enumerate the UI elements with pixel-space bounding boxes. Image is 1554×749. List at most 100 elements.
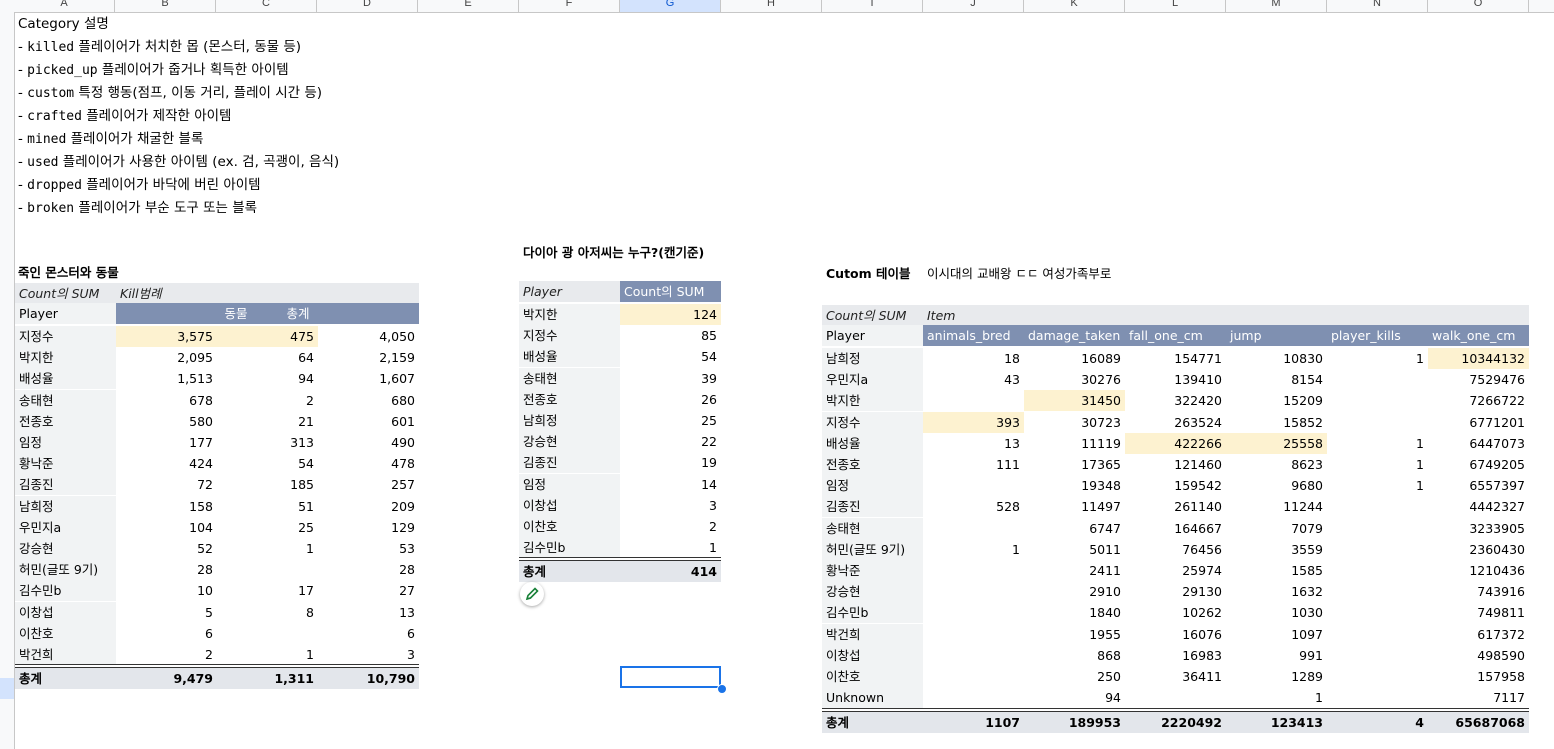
column-header-h[interactable]: H bbox=[721, 0, 822, 12]
table-cell: 6747 bbox=[1089, 520, 1121, 536]
table-row-player: 김종진 bbox=[519, 452, 620, 474]
table-cell: 868 bbox=[1097, 647, 1121, 663]
table-cell: 11497 bbox=[1081, 499, 1121, 515]
column-header-i[interactable]: I bbox=[822, 0, 923, 12]
table-cell: 10830 bbox=[1283, 351, 1323, 366]
table-cell: 158 bbox=[189, 498, 213, 514]
column-header-player_kills: player_kills bbox=[1327, 325, 1428, 346]
table-cell: 19 bbox=[701, 455, 717, 471]
column-header-k[interactable]: K bbox=[1024, 0, 1125, 12]
note-line: - used 플레이어가 사용한 아이템 (ex. 검, 곡괭이, 음식) bbox=[18, 152, 339, 175]
note-description: 플레이어가 바닥에 버린 아이템 bbox=[81, 177, 261, 193]
total-label: 총계 bbox=[15, 668, 116, 689]
table-cell: 25558 bbox=[1226, 432, 1327, 454]
table-cell: 164667 bbox=[1174, 520, 1222, 536]
column-header-m[interactable]: M bbox=[1226, 0, 1327, 12]
table-row-player: 박지한 bbox=[15, 347, 116, 369]
table-cell: 51 bbox=[298, 498, 314, 514]
table-cell: 1585 bbox=[1291, 563, 1323, 578]
table-row-player: 이창섭 bbox=[15, 601, 116, 623]
custom-table-subtitle: 이시대의 교배왕 ㄷㄷ 여성가족부로 bbox=[927, 266, 1112, 281]
table-row-player: 이창섭 bbox=[822, 644, 923, 666]
pencil-icon bbox=[525, 587, 539, 601]
total-cell: 414 bbox=[620, 561, 721, 582]
table-cell: 257 bbox=[391, 477, 415, 493]
table-cell: 39 bbox=[701, 370, 717, 386]
total-cell: 4 bbox=[1327, 712, 1428, 733]
column-header-b[interactable]: B bbox=[115, 0, 216, 12]
column-header-c[interactable]: C bbox=[216, 0, 317, 12]
note-prefix: - bbox=[18, 62, 28, 78]
table-cell bbox=[1327, 390, 1428, 411]
table-cell: 393 bbox=[923, 411, 1024, 433]
note-line: - custom 특정 행동(점프, 이동 거리, 플레이 시간 등) bbox=[18, 83, 339, 106]
table-cell: 1 bbox=[1416, 435, 1424, 451]
table-row-player: 지정수 bbox=[519, 325, 620, 347]
table-cell bbox=[217, 623, 318, 644]
column-header-n[interactable]: N bbox=[1327, 0, 1428, 12]
column-header-d[interactable]: D bbox=[317, 0, 418, 12]
column-header-j[interactable]: J bbox=[923, 0, 1024, 12]
note-category-code: killed bbox=[27, 40, 75, 55]
table-cell bbox=[1125, 687, 1226, 708]
table-row-player: 우민지a bbox=[822, 369, 923, 391]
table-cell: 13 bbox=[399, 604, 415, 620]
table-row-player: 허민(글또 9기) bbox=[822, 538, 923, 560]
column-header-damage_taken: damage_taken bbox=[1024, 325, 1125, 346]
table-row-player: 박지한 bbox=[519, 304, 620, 325]
total-label: 총계 bbox=[519, 561, 620, 582]
note-prefix: - bbox=[18, 154, 28, 170]
note-description: 플레이어가 채굴한 블록 bbox=[66, 131, 204, 147]
total-cell: 123413 bbox=[1226, 712, 1327, 733]
note-prefix: - bbox=[18, 39, 28, 55]
table-row-player: 김수민b bbox=[519, 537, 620, 559]
table-cell bbox=[1327, 560, 1428, 581]
table-cell bbox=[1327, 539, 1428, 560]
table-cell: 25974 bbox=[1182, 563, 1222, 578]
table-row-player: 배성율 bbox=[822, 432, 923, 454]
note-description: 특정 행동(점프, 이동 거리, 플레이 시간 등) bbox=[74, 85, 323, 101]
active-cell-selection[interactable] bbox=[620, 666, 721, 688]
row-header-bar bbox=[0, 12, 15, 749]
table-cell: 601 bbox=[391, 413, 415, 429]
table-cell: 139410 bbox=[1174, 372, 1222, 388]
note-description: 플레이어가 처치한 몹 (몬스터, 동물 등) bbox=[74, 39, 302, 55]
table-row-player: 이창섭 bbox=[519, 494, 620, 516]
column-header-f[interactable]: F bbox=[519, 0, 620, 12]
table-cell bbox=[923, 475, 1024, 496]
table-cell bbox=[1327, 624, 1428, 645]
column-header-l[interactable]: L bbox=[1125, 0, 1226, 12]
table-row-player: 박지한 bbox=[822, 390, 923, 412]
fill-handle[interactable] bbox=[717, 684, 727, 694]
table-cell: 19348 bbox=[1081, 478, 1121, 494]
table-cell: 104 bbox=[189, 519, 213, 535]
table-cell: 14 bbox=[701, 476, 717, 492]
table-cell: 1,607 bbox=[379, 371, 415, 387]
table-cell: 1289 bbox=[1291, 669, 1323, 684]
pivot-meta-value: Item bbox=[923, 305, 1529, 326]
total-cell: 1107 bbox=[923, 712, 1024, 733]
table-row-player: 허민(글또 9기) bbox=[15, 559, 116, 581]
table-row-player: 황낙준 bbox=[822, 560, 923, 581]
pivot-edit-button[interactable] bbox=[520, 582, 544, 606]
table-cell: 6447073 bbox=[1469, 435, 1525, 451]
column-header-o[interactable]: O bbox=[1428, 0, 1529, 12]
table-cell bbox=[1327, 412, 1428, 433]
table-row-player: 강승현 bbox=[519, 431, 620, 453]
note-line: - mined 플레이어가 채굴한 블록 bbox=[18, 129, 339, 152]
table-row-player: 지정수 bbox=[15, 326, 116, 347]
table-cell: 177 bbox=[189, 435, 213, 450]
table-row-player: 지정수 bbox=[822, 411, 923, 433]
column-header-e[interactable]: E bbox=[418, 0, 519, 12]
table-row-player: 박건희 bbox=[15, 644, 116, 665]
table-cell: 5 bbox=[205, 604, 213, 620]
column-header-a[interactable]: A bbox=[14, 0, 115, 12]
table-cell: 16076 bbox=[1182, 626, 1222, 642]
table-cell: 22 bbox=[701, 434, 717, 450]
table-row-player: 임정 bbox=[15, 432, 116, 453]
column-header-g[interactable]: G bbox=[620, 0, 721, 12]
table-cell: 94 bbox=[298, 371, 314, 387]
note-prefix: - bbox=[18, 200, 28, 216]
table-cell: 8623 bbox=[1291, 457, 1323, 472]
table-cell: 422266 bbox=[1125, 432, 1226, 454]
